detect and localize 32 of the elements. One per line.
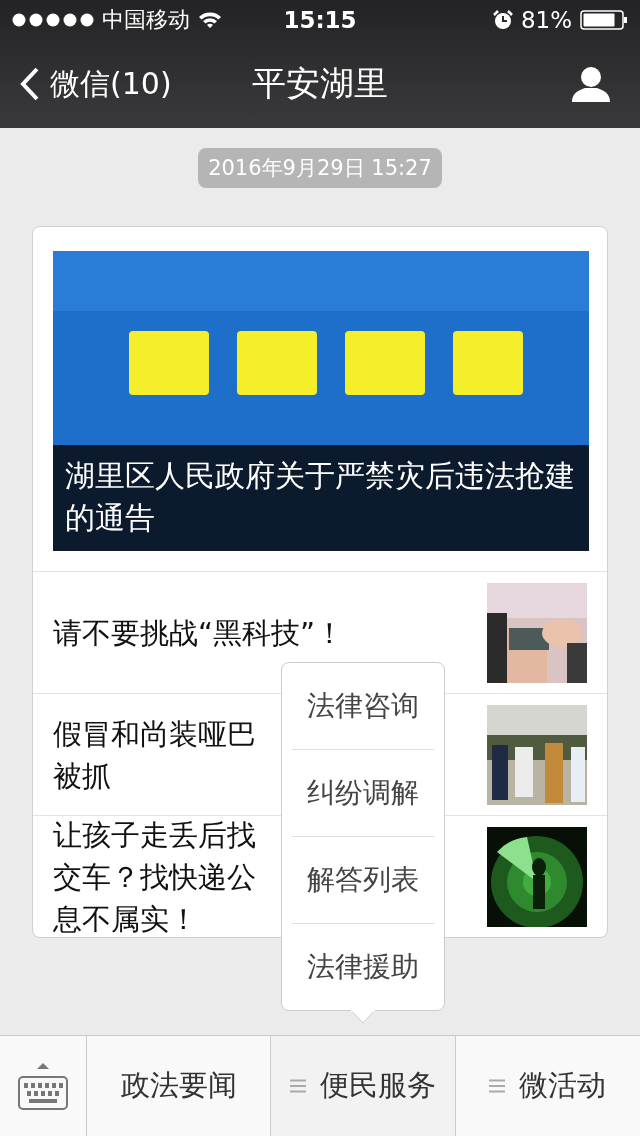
wifi-icon bbox=[198, 11, 222, 29]
menu-label: 微活动 bbox=[519, 1067, 607, 1104]
battery-icon bbox=[580, 10, 628, 30]
menu-icon bbox=[290, 1079, 306, 1093]
battery-percent: 81% bbox=[520, 7, 572, 33]
profile-button[interactable] bbox=[572, 66, 610, 102]
clock-time: 15:15 bbox=[283, 7, 357, 33]
article-title: 交车？找快递公 bbox=[53, 858, 256, 896]
chevron-left-icon bbox=[20, 67, 40, 101]
feature-article[interactable]: 湖里区人民政府关于严禁灾后违法抢建的通告 bbox=[53, 251, 587, 551]
signal-icon bbox=[12, 13, 94, 27]
submenu-item[interactable]: 解答列表 bbox=[292, 837, 434, 923]
article-title: 息不属实！ bbox=[53, 900, 198, 938]
keyboard-icon bbox=[17, 1061, 69, 1111]
menu-icon bbox=[489, 1079, 506, 1093]
submenu-item[interactable]: 纠纷调解 bbox=[292, 750, 434, 836]
menu-label: 政法要闻 bbox=[120, 1067, 237, 1104]
feature-caption: 湖里区人民政府关于严禁灾后违法抢建的通告 bbox=[65, 457, 575, 537]
article-title: 请不要挑战“黑科技”！ bbox=[53, 614, 345, 652]
carrier-name: 中国移动 bbox=[102, 6, 190, 34]
person-icon bbox=[572, 66, 610, 102]
article-title: 假冒和尚装哑巴 bbox=[53, 715, 256, 753]
article-title: 被抓 bbox=[53, 757, 111, 795]
timestamp-label: 2016年9月29日 15:27 bbox=[198, 148, 442, 188]
submenu-item[interactable]: 法律援助 bbox=[292, 924, 434, 1010]
alarm-icon bbox=[492, 10, 513, 30]
back-button[interactable]: 微信(10) bbox=[20, 63, 172, 105]
article-title: 让孩子走丢后找 bbox=[53, 816, 256, 854]
menu-label: 便民服务 bbox=[320, 1067, 436, 1104]
menu-tab[interactable]: 便民服务 bbox=[271, 1036, 456, 1136]
menu-tab[interactable]: 微活动 bbox=[455, 1036, 640, 1136]
chat-title: 平安湖里 bbox=[252, 62, 388, 105]
